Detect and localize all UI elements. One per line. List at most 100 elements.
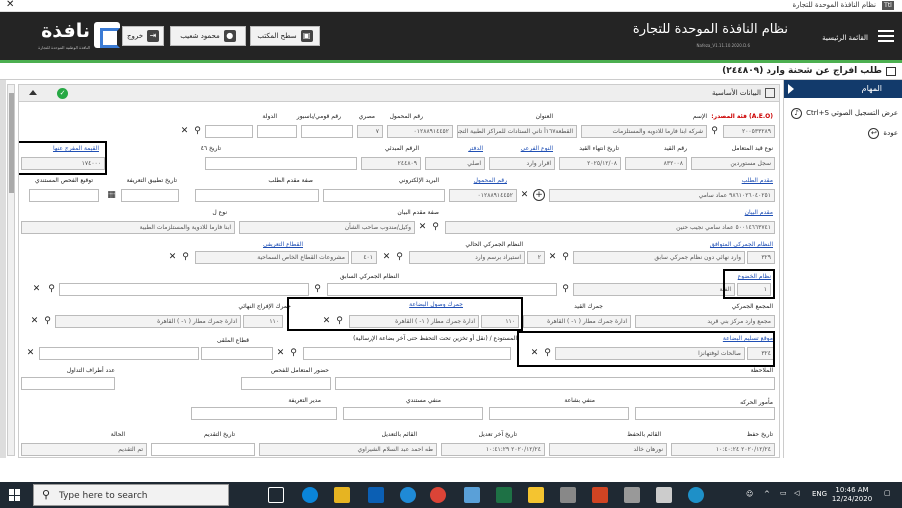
- country-field[interactable]: [257, 125, 297, 138]
- hamburger-menu-icon[interactable]: [878, 30, 894, 42]
- declarant-field[interactable]: ٥٠٠١٤٦٦٣٧٤١ عماد سامي نجيب حنين: [445, 221, 775, 234]
- national-id-field[interactable]: [301, 125, 353, 138]
- desktop-button[interactable]: ▣ سطح المكتب: [250, 26, 320, 46]
- last-edit-field[interactable]: ٢٠٢٠/١٢/٢٤ ١٠:٤١:٢٩: [441, 443, 545, 456]
- clear-icon[interactable]: ✕: [382, 252, 391, 263]
- tray-people-icon[interactable]: ☺: [746, 490, 753, 498]
- calendar-icon[interactable]: ▦: [106, 190, 117, 201]
- windows-start-icon[interactable]: [9, 489, 21, 501]
- powerpoint-icon[interactable]: [592, 487, 608, 503]
- country-name-field[interactable]: [205, 125, 253, 138]
- active-app-icon[interactable]: [656, 487, 672, 503]
- taskbar-clock[interactable]: 10:46 AM 12/24/2020: [826, 486, 878, 504]
- sticky-notes-icon[interactable]: [528, 487, 544, 503]
- network-icon[interactable]: ▭: [780, 489, 787, 497]
- current-system-code[interactable]: ٢: [527, 251, 545, 264]
- company-field[interactable]: ابنا فارما للادوية والمستلزمات الطبية: [21, 221, 235, 234]
- address-field[interactable]: القطعة١٦٧أ تاني الستادات للمراكز الطبية …: [457, 125, 577, 138]
- edge-icon[interactable]: [302, 487, 318, 503]
- serial-field[interactable]: ٢٤٤٨٠٩: [361, 157, 421, 170]
- customs-complex-field[interactable]: مجمع وارد مركز بني قريد: [635, 315, 775, 328]
- task-view-icon[interactable]: [268, 487, 284, 503]
- volume-icon[interactable]: ◁: [794, 489, 799, 497]
- search-icon[interactable]: ⚲: [192, 126, 203, 137]
- search-icon[interactable]: ⚲: [394, 252, 405, 263]
- subject-field[interactable]: الفئة: [573, 283, 735, 296]
- sidebar-item-audio[interactable]: ♪ عرض التسجيل الصوتي Ctrl+S: [791, 106, 898, 120]
- sector-code[interactable]: ٤٠١: [351, 251, 377, 264]
- tasks-header[interactable]: المهام: [784, 80, 902, 98]
- entry-type-field[interactable]: سجل مستوردين: [691, 157, 775, 170]
- applicant-capacity-field[interactable]: [195, 189, 319, 202]
- share-field[interactable]: [21, 377, 115, 390]
- search-icon[interactable]: ⚲: [180, 252, 191, 263]
- apply-date-field[interactable]: [121, 189, 179, 202]
- declarant-capacity-field[interactable]: وكيل/مندوب صاحب الشأن: [239, 221, 415, 234]
- logout-button[interactable]: ⇥ خروج: [122, 26, 164, 46]
- inspector-field[interactable]: [635, 407, 775, 420]
- file-explorer-icon[interactable]: [334, 487, 350, 503]
- importer-code-field[interactable]: ٢٠٠٥٣٣٢٨٩: [723, 125, 775, 138]
- save-date-field[interactable]: ٢٠٢٠/١٢/٢٤ ١٠:٤٠:٢٤: [671, 443, 775, 456]
- browser-icon[interactable]: [688, 487, 704, 503]
- clear-icon[interactable]: ✕: [168, 252, 177, 263]
- editor-field[interactable]: طه احمد عبد السلام الشيراوي: [259, 443, 437, 456]
- attend-field[interactable]: [241, 377, 331, 390]
- clear-icon[interactable]: ✕: [26, 348, 35, 359]
- clear-icon[interactable]: ✕: [30, 316, 39, 327]
- search-icon[interactable]: ⚲: [46, 284, 57, 295]
- phone-field[interactable]: ٠١٢٨٨٩١٤٤٥٢: [387, 125, 453, 138]
- search-icon[interactable]: ⚲: [312, 284, 323, 295]
- applicant-field[interactable]: ٩٨٦١٠٢٦٠٤٠٢٥١ عماد سامي: [549, 189, 775, 202]
- search-icon[interactable]: ⚲: [560, 252, 571, 263]
- doc-inspector-field[interactable]: [343, 407, 483, 420]
- sidebar-item-back[interactable]: ↩ عودة: [868, 126, 898, 140]
- tray-chevron-icon[interactable]: ^: [764, 490, 770, 498]
- email-field[interactable]: [323, 189, 445, 202]
- app-icon[interactable]: [464, 487, 480, 503]
- nafeza-logo[interactable]: نافذة النافذة الوطنية الموحدة للتجارة: [8, 20, 120, 54]
- snipping-tool-icon[interactable]: [624, 487, 640, 503]
- search-icon[interactable]: ⚲: [709, 126, 720, 137]
- entry-end-field[interactable]: ٢٠٢٥/١٢/٠٨: [559, 157, 621, 170]
- section-header[interactable]: ✓ البيانات الأساسية: [19, 85, 779, 102]
- entity-field[interactable]: [201, 347, 273, 360]
- outlook-icon[interactable]: [368, 487, 384, 503]
- register-field[interactable]: اصلي: [425, 157, 485, 170]
- submit-date-field[interactable]: [151, 443, 255, 456]
- chrome-icon[interactable]: [430, 487, 446, 503]
- country-code-field[interactable]: ٧: [357, 125, 383, 138]
- language-indicator[interactable]: ENG: [812, 490, 827, 498]
- clear-icon[interactable]: ✕: [548, 252, 557, 263]
- clear-icon[interactable]: ✕: [276, 348, 285, 359]
- calculator-icon[interactable]: [560, 487, 576, 503]
- mobile-field[interactable]: ٠١٢٨٨٩١٤٤٥٢: [449, 189, 517, 202]
- vertical-scrollbar[interactable]: [7, 84, 15, 456]
- scrollbar-thumb[interactable]: [9, 93, 14, 193]
- importer-name-field[interactable]: شركه ابنا فارما للادويه والمستلزمات: [581, 125, 707, 138]
- expand-arrow-icon[interactable]: [788, 84, 794, 94]
- notes-field[interactable]: [335, 377, 775, 390]
- date-field[interactable]: [205, 157, 357, 170]
- add-icon[interactable]: +: [533, 189, 545, 201]
- clear-icon[interactable]: ✕: [520, 190, 529, 201]
- direct-inspection-field[interactable]: [29, 189, 99, 202]
- saver-field[interactable]: نورهان خالد: [549, 443, 667, 456]
- search-icon[interactable]: ⚲: [288, 348, 299, 359]
- shift-field[interactable]: [489, 407, 629, 420]
- user-button[interactable]: ● محمود شعيب: [170, 26, 246, 46]
- subtype-field[interactable]: اقرار وارد: [489, 157, 555, 170]
- home-menu-link[interactable]: القائمة الرئيسية: [822, 34, 868, 42]
- clear-icon[interactable]: ✕: [418, 222, 427, 233]
- clear-icon[interactable]: ✕: [32, 284, 41, 295]
- excel-icon[interactable]: [496, 487, 512, 503]
- registry-customs-field[interactable]: ادارة جمرك مطار ( ١- ) القاهرة: [523, 315, 631, 328]
- customs-system-code[interactable]: ٣٢٩: [747, 251, 775, 264]
- final-release-field[interactable]: ادارة جمرك مطار ( ١- ) القاهرة: [55, 315, 241, 328]
- prev-system-name-field[interactable]: [59, 283, 309, 296]
- entry-no-field[interactable]: ٨٣٢٠٠٨: [625, 157, 687, 170]
- close-icon[interactable]: ✕: [6, 0, 14, 10]
- sector-field[interactable]: مشروعات القطاع الخاص السماحية: [195, 251, 349, 264]
- search-icon[interactable]: ⚲: [560, 284, 571, 295]
- prev-system-field[interactable]: [327, 283, 557, 296]
